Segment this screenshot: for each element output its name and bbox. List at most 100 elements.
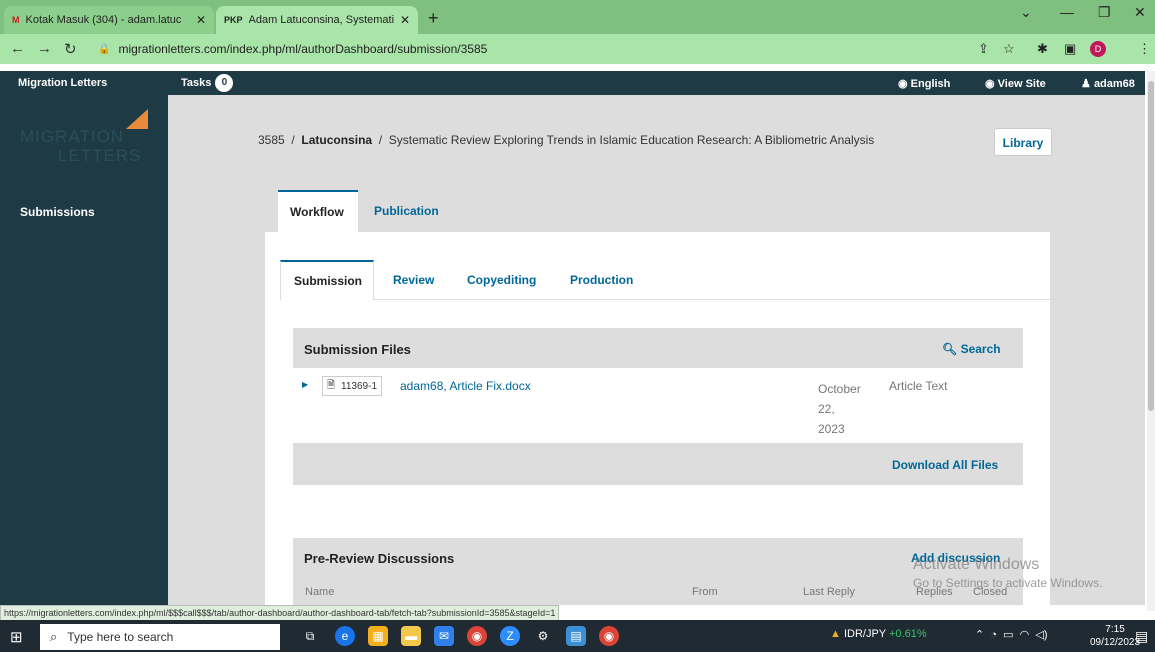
back-icon[interactable]: ← [10, 40, 25, 57]
file-name-link[interactable]: adam68, Article Fix.docx [400, 379, 531, 393]
username-label: adam68 [1093, 78, 1135, 90]
globe-icon: ◉ [898, 78, 908, 90]
extensions-icon[interactable]: ✱ [1037, 41, 1048, 57]
close-icon[interactable]: ✕ [400, 13, 410, 27]
language-label: English [910, 78, 951, 90]
breadcrumb-author: Latuconsina [301, 133, 373, 147]
restore-icon[interactable]: ❐ [1098, 4, 1111, 21]
search-icon: 🔍︎ [942, 342, 958, 356]
network-icon[interactable]: ◔ [990, 629, 997, 641]
tab-publication[interactable]: Publication [362, 190, 451, 232]
expand-triangle-icon[interactable]: ▶ [302, 380, 308, 389]
file-id-badge: 🗎 11369-1 [322, 376, 383, 396]
forward-icon[interactable]: → [37, 40, 52, 57]
ticker-change: +0.61% [889, 628, 927, 640]
url-text: migrationletters.com/index.php/ml/author… [118, 42, 488, 56]
breadcrumb-sep: / [378, 133, 383, 147]
bookmark-star-icon[interactable]: ☆ [1003, 41, 1015, 57]
chevron-up-icon[interactable]: ⌃ [975, 629, 984, 641]
new-tab-icon[interactable]: + [428, 8, 439, 29]
ticker-chart-icon: ▲ [830, 628, 841, 640]
menu-kebab-icon[interactable]: ⋮ [1138, 41, 1151, 57]
edge-icon[interactable]: e [335, 626, 355, 646]
browser-tab-gmail[interactable]: M Kotak Masuk (304) - adam.latuc ✕ [4, 6, 214, 34]
user-menu-link[interactable]: ♟ adam68 [1081, 77, 1135, 90]
sidepanel-icon[interactable]: ▣ [1064, 41, 1076, 57]
view-site-link[interactable]: ◉ View Site [985, 77, 1046, 90]
sidebar-item-submissions[interactable]: Submissions [20, 205, 95, 219]
pkp-icon: PKP [224, 15, 243, 25]
task-view-icon[interactable]: ⧉ [300, 626, 320, 646]
clock-date: 09/12/2023 [1090, 637, 1141, 648]
submission-files-title: Submission Files [304, 342, 411, 357]
clock[interactable]: 7:15 09/12/2023 [1090, 623, 1140, 649]
url-field[interactable]: 🔒 migrationletters.com/index.php/ml/auth… [98, 38, 968, 60]
chevron-down-icon[interactable]: ⌄ [1020, 4, 1032, 21]
tab-workflow[interactable]: Workflow [278, 190, 358, 232]
windows-start-icon[interactable]: ⊞ [10, 628, 23, 646]
wifi-icon[interactable]: ◠ [1020, 629, 1030, 641]
address-bar-row: ← → ↻ 🔒 migrationletters.com/index.php/m… [0, 34, 1155, 64]
tab-copyediting[interactable]: Copyediting [454, 260, 549, 300]
minimize-icon[interactable]: — [1060, 4, 1074, 20]
breadcrumb: 3585 / Latuconsina / Systematic Review E… [258, 133, 874, 147]
logo-line1: MIGRATION [20, 127, 125, 146]
tab-review[interactable]: Review [380, 260, 447, 300]
profile-avatar[interactable]: D [1090, 41, 1106, 57]
document-icon: 🗎 [327, 379, 336, 391]
ojs-header: Migration Letters Tasks 0 ◉ English ◉ Vie… [0, 71, 1145, 95]
chrome-icon[interactable]: ◉ [467, 626, 487, 646]
file-date-year: 2023 [818, 422, 845, 436]
tab-production[interactable]: Production [557, 260, 646, 300]
site-name-link[interactable]: Migration Letters [18, 77, 107, 89]
library-button[interactable]: Library [994, 128, 1052, 156]
system-tray[interactable]: ⌃ ◔ ▭ ◠ ◁) [975, 628, 1048, 641]
file-date-day: 22, [818, 402, 835, 416]
browser-tab-ojs[interactable]: PKP Adam Latuconsina, Systematic R ✕ [216, 6, 418, 34]
logo-triangle-icon [126, 109, 148, 129]
clock-time: 7:15 [1105, 624, 1125, 635]
close-icon[interactable]: ✕ [196, 13, 206, 27]
download-all-files-link[interactable]: Download All Files [892, 458, 998, 472]
notification-icon[interactable]: ▤ [1135, 628, 1148, 645]
share-icon[interactable]: ⇪ [978, 41, 989, 57]
taskbar-search[interactable]: ⌕ Type here to search [40, 624, 280, 650]
user-icon: ♟ [1081, 78, 1091, 90]
reload-icon[interactable]: ↻ [64, 40, 77, 58]
stock-ticker[interactable]: ▲ IDR/JPY +0.61% [830, 628, 927, 640]
sidebar: MIGRATION LETTERS Submissions [0, 95, 168, 605]
activation-watermark-subtitle: Go to Settings to activate Windows. [913, 576, 1103, 590]
lock-icon: 🔒 [98, 43, 111, 55]
tab-title: Adam Latuconsina, Systematic R [248, 14, 394, 26]
breadcrumb-sep: / [291, 133, 295, 147]
battery-icon[interactable]: ▭ [1003, 629, 1013, 641]
col-last-reply: Last Reply [803, 586, 855, 598]
search-icon: ⌕ [50, 629, 58, 644]
breadcrumb-title: Systematic Review Exploring Trends in Is… [388, 133, 875, 147]
app-icon[interactable]: ▤ [566, 626, 586, 646]
file-explorer-icon[interactable]: ▬ [401, 626, 421, 646]
status-url-tooltip: https://migrationletters.com/index.php/m… [0, 605, 560, 621]
breadcrumb-id: 3585 [258, 133, 285, 147]
scrollbar-thumb[interactable] [1148, 81, 1154, 411]
search-label: Search [960, 342, 1001, 356]
browser-tab-bar: M Kotak Masuk (304) - adam.latuc ✕ PKP A… [0, 0, 1155, 34]
language-link[interactable]: ◉ English [898, 77, 950, 90]
store-icon[interactable]: ▦ [368, 626, 388, 646]
view-site-label: View Site [997, 78, 1046, 90]
tab-submission[interactable]: Submission [280, 260, 374, 300]
search-link[interactable]: 🔍︎ Search [942, 342, 1001, 356]
tasks-link[interactable]: Tasks 0 [181, 74, 234, 92]
file-id: 11369-1 [341, 380, 378, 392]
zoom-icon[interactable]: Z [500, 626, 520, 646]
logo-line2: LETTERS [58, 146, 142, 165]
tab-divider [374, 299, 1050, 300]
file-date: October 22, 2023 [818, 379, 861, 439]
taskbar-search-placeholder: Type here to search [67, 630, 174, 644]
close-window-icon[interactable]: ✕ [1134, 4, 1146, 21]
chrome-profile-icon[interactable]: ◉ [599, 626, 619, 646]
settings-gear-icon[interactable]: ⚙ [533, 626, 553, 646]
tab-title: Kotak Masuk (304) - adam.latuc [25, 14, 182, 26]
mail-icon[interactable]: ✉ [434, 626, 454, 646]
volume-icon[interactable]: ◁) [1035, 629, 1047, 641]
